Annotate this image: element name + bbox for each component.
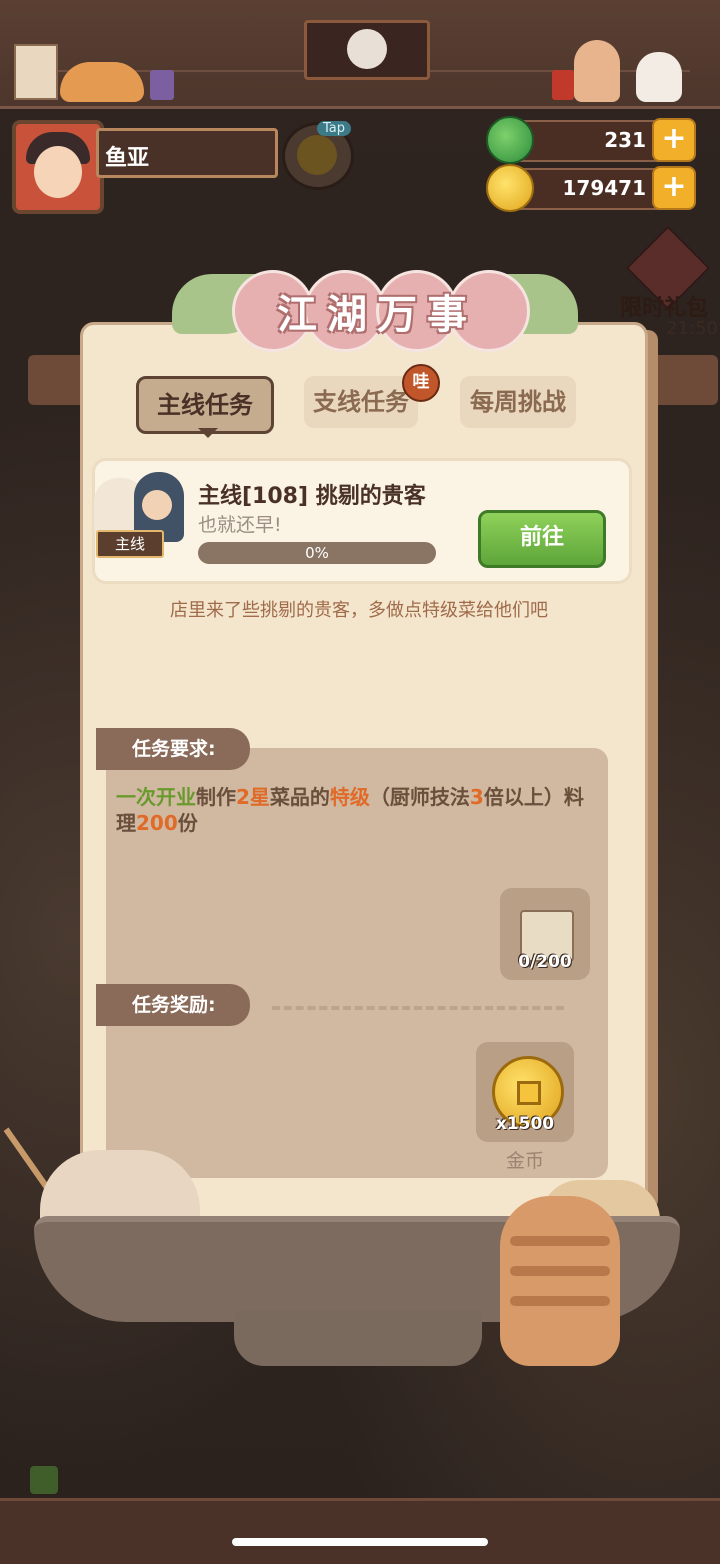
- reward-name: 金币: [505, 1150, 544, 1172]
- panel-title: 江湖万事: [277, 292, 477, 338]
- avatar-face: [34, 146, 82, 198]
- req-part: 份: [177, 811, 198, 835]
- tap-badge: Tap: [317, 121, 352, 136]
- cat-climbing-decoration: [500, 1196, 620, 1366]
- quest-progress-label: 0%: [305, 544, 329, 562]
- purple-cup-decoration: [150, 70, 174, 100]
- home-indicator[interactable]: [232, 1538, 488, 1546]
- guest-face-icon: [142, 490, 172, 520]
- go-button[interactable]: 前往: [478, 510, 606, 568]
- green-tile-decoration: [30, 1466, 58, 1494]
- rewards-header: 任务奖励:: [96, 984, 250, 1026]
- coin-icon: [486, 164, 534, 212]
- player-name: 鱼亚: [105, 146, 150, 171]
- quest-title: 主线[108] 挑剔的贵客: [198, 484, 426, 509]
- requirement-count: 0/200: [518, 952, 572, 972]
- req-part: 特级: [329, 785, 370, 809]
- req-part: （厨师技法: [369, 785, 470, 809]
- reward-item[interactable]: x1500: [476, 1042, 574, 1142]
- requirement-item[interactable]: 0/200: [500, 888, 590, 980]
- coin-value: 179471: [562, 176, 647, 200]
- bottom-bar: [0, 1498, 720, 1564]
- add-coins-button[interactable]: +: [652, 166, 696, 210]
- player-avatar[interactable]: [12, 120, 104, 214]
- requirements-header: 任务要求:: [96, 728, 250, 770]
- jade-gem-icon: [486, 116, 534, 164]
- cat-stripe: [510, 1296, 610, 1306]
- hanging-sign: [304, 20, 430, 80]
- rewards-divider: [272, 1006, 564, 1010]
- active-tab-pointer: [198, 428, 218, 438]
- girl-character-decoration: [574, 40, 620, 102]
- tab-weekly-challenge[interactable]: 每周挑战: [460, 376, 576, 428]
- req-part: 2星: [236, 785, 270, 809]
- add-gems-button[interactable]: +: [652, 118, 696, 162]
- req-part: 200: [136, 811, 178, 835]
- orange-cat-decoration: [60, 62, 144, 102]
- limited-gift-timer: 21:50: [666, 318, 718, 339]
- cat-stripe: [510, 1266, 610, 1276]
- req-part: 一次开业: [116, 785, 196, 809]
- cat-stripe: [510, 1236, 610, 1246]
- quest-type-tag: 主线: [96, 530, 164, 558]
- player-name-box[interactable]: 鱼亚: [96, 128, 278, 178]
- tap-button[interactable]: Tap: [282, 121, 354, 190]
- side-quest-badge: 哇: [402, 364, 440, 402]
- coin-hole: [517, 1081, 541, 1105]
- req-part: 制作: [196, 785, 236, 809]
- panel-title-banner: 江湖万事: [172, 260, 578, 360]
- quest-subtitle: 也就还早!: [198, 514, 282, 536]
- quest-description: 店里来了些挑剔的贵客，多做点特级菜给他们吧: [170, 600, 548, 621]
- paw-frame-icon: [14, 44, 58, 100]
- white-cat-decoration: [636, 52, 682, 102]
- req-part: 3: [469, 785, 484, 809]
- red-cup-decoration: [552, 70, 574, 100]
- gem-value: 231: [604, 128, 646, 152]
- coin-counter: 179471 +: [486, 164, 696, 212]
- req-part: 菜品的: [269, 785, 330, 809]
- requirements-text: 一次开业制作2星菜品的特级（厨师技法3倍以上）料理200份: [116, 784, 596, 836]
- character-icon: [297, 135, 337, 175]
- tab-main-quest[interactable]: 主线任务: [136, 376, 274, 434]
- raccoon-icon: [347, 29, 387, 69]
- tab-side-quest[interactable]: 支线任务: [304, 376, 418, 428]
- reward-count: x1500: [495, 1114, 555, 1134]
- quest-progress-bar: 0%: [198, 542, 436, 564]
- gem-counter: 231 +: [486, 116, 696, 164]
- top-shop-shelf: [0, 0, 720, 109]
- bowl-base-decoration: [234, 1310, 482, 1366]
